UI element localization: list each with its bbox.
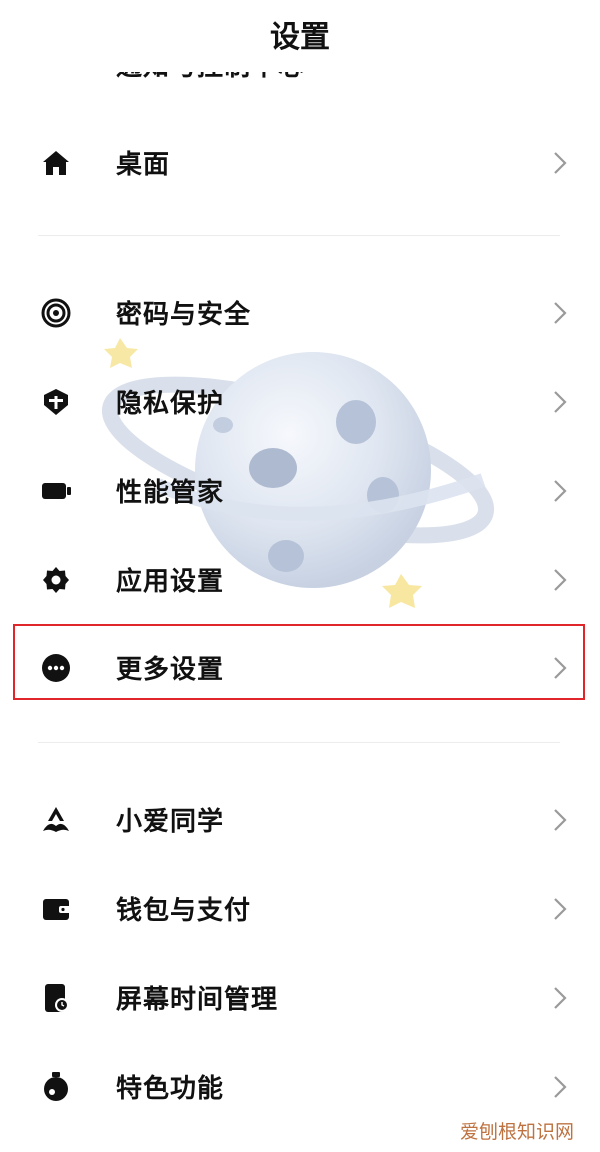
settings-item-privacy[interactable]: 隐私保护	[0, 361, 600, 441]
xiaoai-icon	[43, 807, 69, 832]
fingerprint-icon	[41, 298, 71, 328]
home-icon	[43, 151, 69, 175]
chevron-right-icon	[554, 569, 567, 591]
settings-item-desktop[interactable]: 桌面	[0, 122, 600, 202]
settings-item-label: 桌面	[116, 150, 171, 180]
settings-item-password-security[interactable]: 密码与安全	[0, 272, 600, 352]
settings-item-label: 钱包与支付	[116, 896, 252, 926]
features-icon	[44, 1072, 68, 1101]
settings-item-label: 屏幕时间管理	[116, 985, 279, 1015]
chevron-right-icon	[554, 302, 567, 324]
settings-item-xiaoai[interactable]: 小爱同学	[0, 779, 600, 859]
wallet-icon	[43, 899, 71, 920]
settings-item-label: 小爱同学	[116, 807, 225, 837]
gear-icon	[43, 567, 69, 593]
settings-item-label: 性能管家	[116, 478, 225, 508]
settings-item-label: 隐私保护	[116, 389, 225, 419]
page-title: 设置	[270, 20, 330, 55]
settings-item-wallet[interactable]: 钱包与支付	[0, 868, 600, 948]
settings-item-features[interactable]: 特色功能	[0, 1046, 600, 1126]
settings-item-label: 密码与安全	[116, 300, 252, 330]
chevron-right-icon	[554, 391, 567, 413]
divider	[38, 742, 560, 743]
battery-icon	[42, 483, 71, 499]
settings-item-screen-time[interactable]: 屏幕时间管理	[0, 957, 600, 1037]
settings-item-label: 应用设置	[116, 567, 225, 597]
settings-item-performance[interactable]: 性能管家	[0, 450, 600, 530]
watermark: 爱刨根知识网	[459, 1121, 574, 1143]
chevron-right-icon	[554, 898, 567, 920]
settings-item-app-settings[interactable]: 应用设置	[0, 539, 600, 619]
chevron-right-icon	[554, 809, 567, 831]
shield-icon	[44, 389, 68, 415]
settings-item-label: 特色功能	[116, 1074, 225, 1104]
chevron-right-icon	[554, 987, 567, 1009]
chevron-right-icon	[554, 480, 567, 502]
highlight-box	[13, 624, 585, 700]
top-bar: 设置	[0, 0, 600, 72]
divider	[38, 235, 560, 236]
screen-time-icon	[45, 984, 69, 1012]
chevron-right-icon	[554, 152, 567, 174]
chevron-right-icon	[554, 1076, 567, 1098]
